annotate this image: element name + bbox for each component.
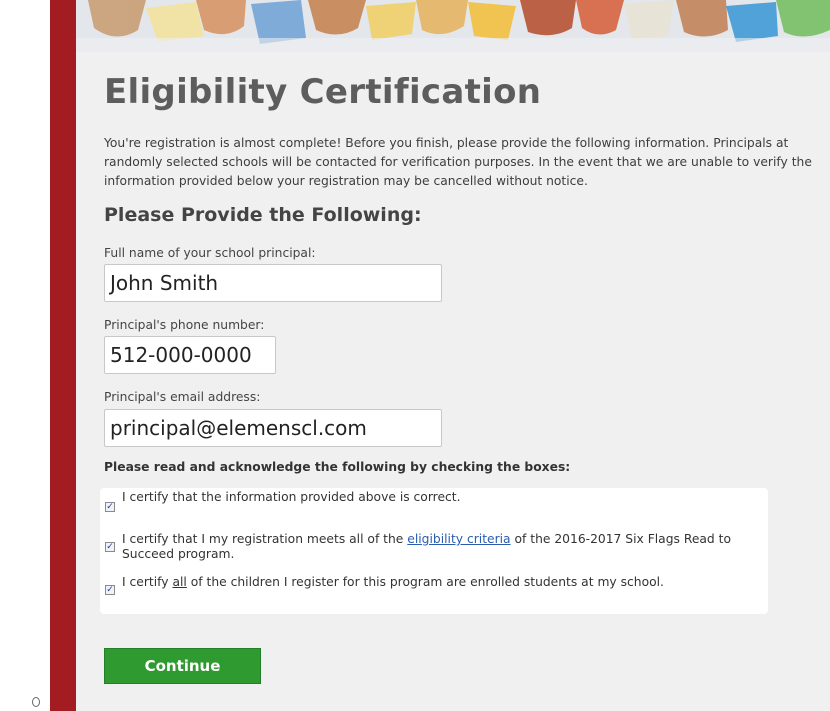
- intro-text: You're registration is almost complete! …: [104, 136, 812, 188]
- checkmark-icon: ✓: [106, 502, 114, 512]
- checkmark-icon: ✓: [106, 585, 114, 595]
- certify-enrolled-emphasis: all: [172, 575, 187, 589]
- acknowledgement-heading: Please read and acknowledge the followin…: [104, 460, 571, 474]
- eligibility-criteria-link[interactable]: eligibility criteria: [407, 532, 510, 546]
- principal-phone-input[interactable]: 512-000-0000: [104, 336, 276, 374]
- left-accent-bar: [50, 0, 76, 711]
- certify-enrolled-text-before: I certify: [122, 575, 173, 589]
- stray-circle-mark: [32, 697, 40, 707]
- certify-correct-checkbox[interactable]: ✓: [105, 502, 115, 512]
- checkmark-icon: ✓: [106, 542, 114, 552]
- main-panel: Eligibility Certification You're registr…: [76, 0, 830, 711]
- principal-name-input[interactable]: John Smith: [104, 264, 442, 302]
- certify-eligibility-text: I certify that I my registration meets a…: [122, 532, 742, 562]
- principal-email-input[interactable]: principal@elemenscl.com: [104, 409, 442, 447]
- certify-eligibility-text-before: I certify that I my registration meets a…: [122, 532, 408, 546]
- page-title: Eligibility Certification: [104, 72, 542, 112]
- banner-image: [76, 0, 830, 52]
- children-reading-books-illustration: [76, 0, 830, 52]
- continue-button[interactable]: Continue: [104, 648, 261, 684]
- certify-enrolled-text: I certify all of the children I register…: [122, 575, 742, 590]
- principal-name-label: Full name of your school principal:: [104, 246, 316, 260]
- principal-email-label: Principal's email address:: [104, 390, 261, 404]
- certify-enrolled-text-after: of the children I register for this prog…: [186, 575, 664, 589]
- certify-enrolled-checkbox[interactable]: ✓: [105, 585, 115, 595]
- certify-correct-text: I certify that the information provided …: [122, 490, 461, 504]
- form-subheading: Please Provide the Following:: [104, 204, 422, 226]
- certify-eligibility-checkbox[interactable]: ✓: [105, 542, 115, 552]
- principal-phone-label: Principal's phone number:: [104, 318, 265, 332]
- acknowledgement-list: ✓ I certify that the information provide…: [100, 488, 768, 614]
